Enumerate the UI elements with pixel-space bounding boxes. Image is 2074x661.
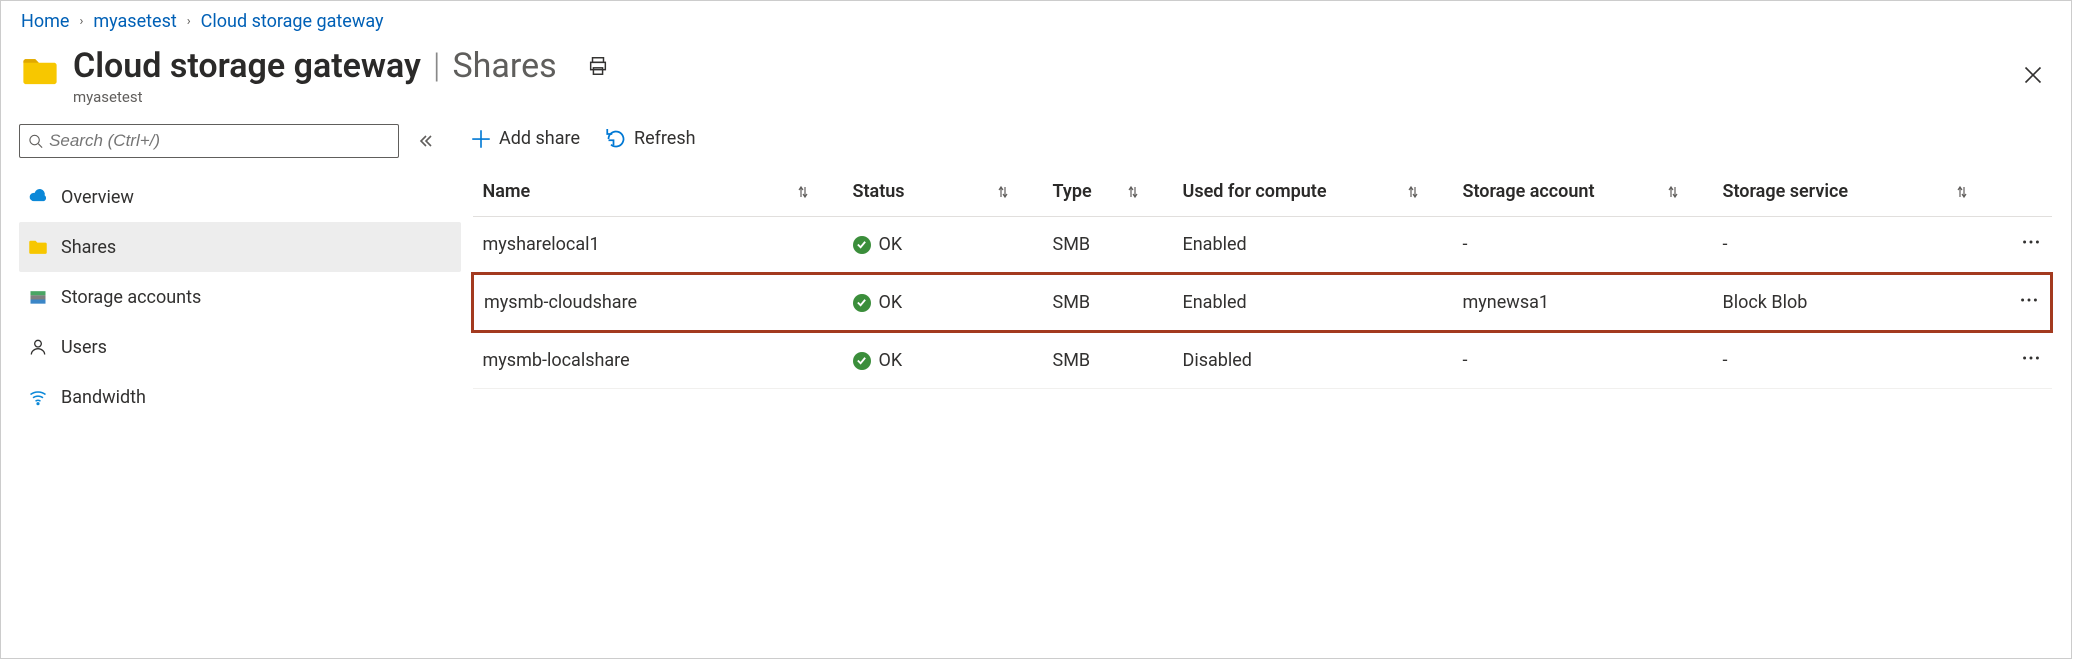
status-ok-icon <box>853 236 871 254</box>
cell-name: mysmb-localshare <box>473 332 843 389</box>
user-icon <box>27 337 49 357</box>
cell-status: OK <box>843 274 1043 332</box>
resource-subtitle: myasetest <box>73 88 609 106</box>
sidebar-item-label: Storage accounts <box>61 287 201 308</box>
column-header-compute[interactable]: Used for compute <box>1183 181 1327 202</box>
refresh-label: Refresh <box>634 128 696 149</box>
sidebar-item-shares[interactable]: Shares <box>19 222 461 272</box>
command-bar: Add share Refresh <box>471 124 2053 167</box>
title-separator: | <box>433 46 441 86</box>
shares-table: Name Status Type Used for compute Storag… <box>471 167 2053 389</box>
sort-icon[interactable] <box>1954 184 1970 200</box>
page-title: Cloud storage gateway <box>73 46 421 86</box>
table-row[interactable]: mysmb-cloudshareOKSMBEnabledmynewsa1Bloc… <box>473 274 2052 332</box>
sidebar-item-label: Shares <box>61 237 116 258</box>
cell-name: mysmb-cloudshare <box>473 274 843 332</box>
cell-status: OK <box>843 217 1043 274</box>
refresh-icon <box>606 129 626 149</box>
cloud-icon <box>27 187 49 207</box>
close-button[interactable] <box>2023 65 2043 89</box>
sort-icon[interactable] <box>1665 184 1681 200</box>
chevron-right-icon: › <box>187 14 191 29</box>
cell-service: - <box>1713 332 2002 389</box>
cell-service: - <box>1713 217 2002 274</box>
cell-name: mysharelocal1 <box>473 217 843 274</box>
sort-icon[interactable] <box>1125 184 1141 200</box>
sidebar-item-bandwidth[interactable]: Bandwidth <box>19 372 461 422</box>
wifi-icon <box>27 387 49 407</box>
refresh-button[interactable]: Refresh <box>606 128 696 149</box>
sidebar-item-overview[interactable]: Overview <box>19 172 461 222</box>
cell-type: SMB <box>1043 217 1173 274</box>
row-more-button[interactable] <box>2018 289 2040 311</box>
cell-type: SMB <box>1043 332 1173 389</box>
collapse-sidebar-button[interactable] <box>417 133 433 149</box>
status-ok-icon <box>853 294 871 312</box>
sidebar-item-users[interactable]: Users <box>19 322 461 372</box>
folder-icon <box>27 237 49 257</box>
column-header-name[interactable]: Name <box>483 181 531 202</box>
sidebar-item-storage-accounts[interactable]: Storage accounts <box>19 272 461 322</box>
search-icon <box>28 133 43 149</box>
column-header-type[interactable]: Type <box>1053 181 1092 202</box>
cell-account: - <box>1453 217 1713 274</box>
sort-icon[interactable] <box>995 184 1011 200</box>
table-row[interactable]: mysharelocal1OKSMBEnabled-- <box>473 217 2052 274</box>
cell-compute: Enabled <box>1173 217 1453 274</box>
sidebar-item-label: Bandwidth <box>61 387 146 408</box>
column-header-service[interactable]: Storage service <box>1723 181 1849 202</box>
sidebar-item-label: Users <box>61 337 107 358</box>
column-header-account[interactable]: Storage account <box>1463 181 1595 202</box>
status-ok-icon <box>853 352 871 370</box>
breadcrumb: Home › myasetest › Cloud storage gateway <box>1 1 2071 36</box>
page-section: Shares <box>452 46 556 86</box>
chevron-right-icon: › <box>79 14 83 29</box>
search-input[interactable] <box>49 131 390 151</box>
print-icon[interactable] <box>587 55 609 77</box>
storage-icon <box>27 287 49 307</box>
sidebar-item-label: Overview <box>61 187 134 208</box>
cell-account: - <box>1453 332 1713 389</box>
row-more-button[interactable] <box>2020 231 2042 253</box>
sort-icon[interactable] <box>795 184 811 200</box>
column-header-status[interactable]: Status <box>853 181 905 202</box>
cell-service: Block Blob <box>1713 274 2002 332</box>
sidebar: Overview Shares Storage accounts Users <box>1 124 471 422</box>
breadcrumb-resource[interactable]: myasetest <box>93 11 176 32</box>
breadcrumb-page[interactable]: Cloud storage gateway <box>201 11 384 32</box>
cell-compute: Enabled <box>1173 274 1453 332</box>
table-row[interactable]: mysmb-localshareOKSMBDisabled-- <box>473 332 2052 389</box>
breadcrumb-home[interactable]: Home <box>21 11 69 32</box>
sort-icon[interactable] <box>1405 184 1421 200</box>
cell-account: mynewsa1 <box>1453 274 1713 332</box>
folder-icon <box>21 46 59 94</box>
search-box[interactable] <box>19 124 399 158</box>
main-content: Add share Refresh Name Status Type Used … <box>471 124 2071 422</box>
plus-icon <box>471 129 491 149</box>
add-share-label: Add share <box>499 128 580 149</box>
cell-type: SMB <box>1043 274 1173 332</box>
row-more-button[interactable] <box>2020 347 2042 369</box>
add-share-button[interactable]: Add share <box>471 128 580 149</box>
cell-compute: Disabled <box>1173 332 1453 389</box>
cell-status: OK <box>843 332 1043 389</box>
